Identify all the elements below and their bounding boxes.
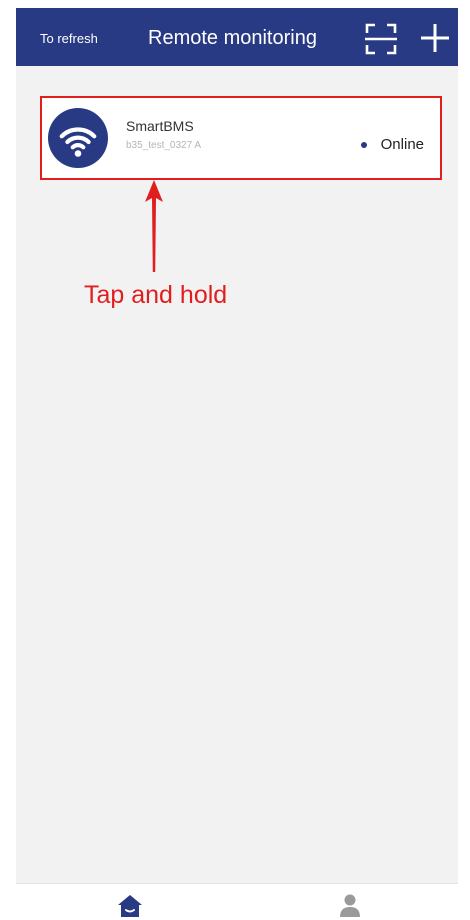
nav-home-button[interactable] xyxy=(116,892,144,918)
device-avatar xyxy=(48,108,108,168)
header-bar: To refresh Remote monitoring xyxy=(16,8,458,66)
app-screen: To refresh Remote monitoring SmartBMS b3… xyxy=(16,8,458,920)
status-indicator: Online xyxy=(360,136,424,154)
device-list-item[interactable]: SmartBMS b35_test_0327 A Online xyxy=(40,96,442,180)
bottom-navigation xyxy=(16,883,458,920)
annotation-arrow-icon xyxy=(145,180,163,272)
user-icon xyxy=(340,894,360,917)
device-id: b35_test_0327 A xyxy=(126,140,202,151)
scan-icon xyxy=(365,23,397,55)
refresh-button[interactable]: To refresh xyxy=(40,31,98,47)
status-dot-icon xyxy=(360,142,367,148)
home-icon xyxy=(118,895,142,917)
add-device-button[interactable] xyxy=(418,21,452,55)
plus-icon xyxy=(421,24,449,52)
device-name: SmartBMS xyxy=(126,118,194,134)
status-text: Online xyxy=(380,136,424,153)
wifi-icon xyxy=(59,127,97,157)
scan-button[interactable] xyxy=(364,22,398,56)
annotation-text: Tap and hold xyxy=(84,281,228,309)
nav-user-button[interactable] xyxy=(338,892,362,918)
page-title: Remote monitoring xyxy=(148,27,317,49)
